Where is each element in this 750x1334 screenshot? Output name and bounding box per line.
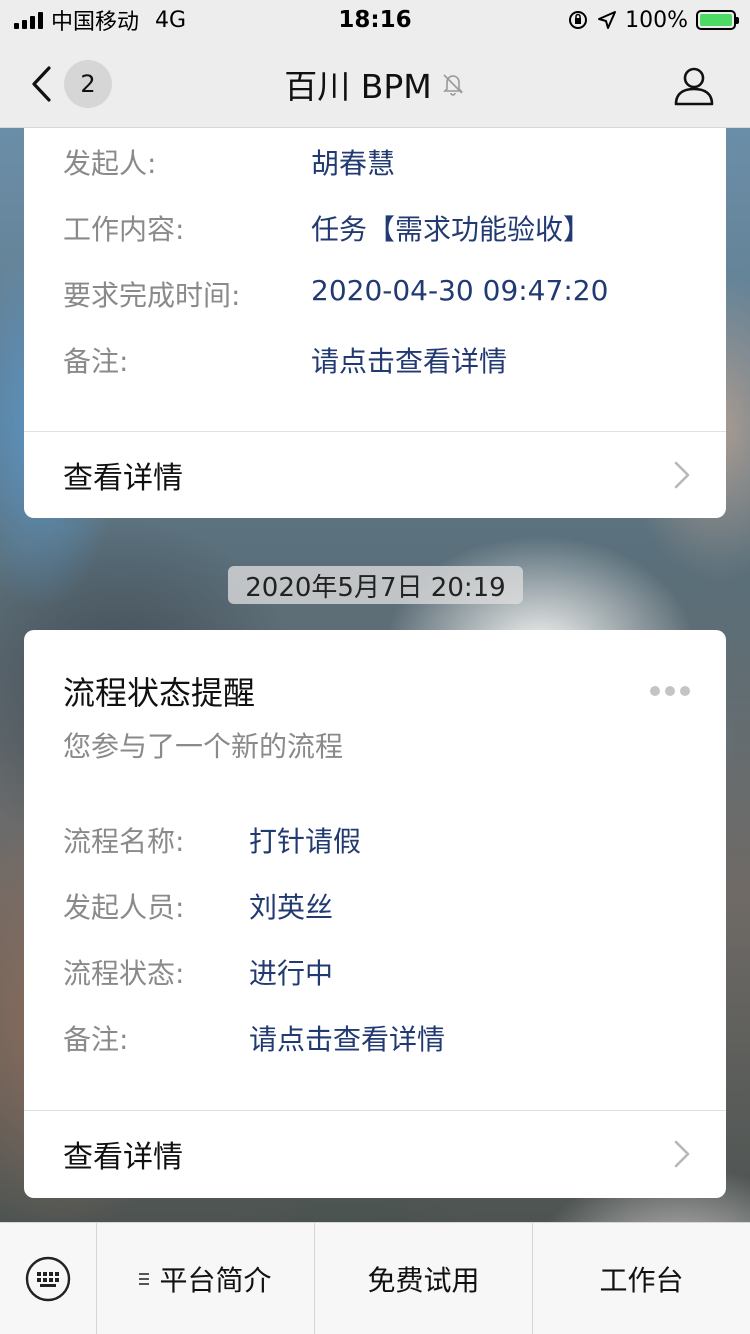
- field-value: 请点击查看详情: [311, 345, 508, 378]
- menu-item-label: 平台简介: [159, 1264, 272, 1297]
- message-card-task: 发起人: 胡春慧 工作内容: 任务【需求功能验收】 要求完成时间: 2020-0…: [24, 128, 726, 518]
- field-row: 流程状态: 进行中: [63, 952, 333, 992]
- field-row: 发起人员: 刘英丝: [63, 886, 333, 926]
- field-value: 任务【需求功能验收】: [311, 213, 592, 246]
- battery-percent: 100%: [625, 7, 688, 33]
- field-row: 备注: 请点击查看详情: [63, 340, 507, 380]
- menu-item-label: 工作台: [599, 1264, 684, 1297]
- view-details-link[interactable]: 查看详情: [24, 432, 726, 518]
- more-dot: [680, 686, 690, 696]
- field-value: 请点击查看详情: [249, 1023, 446, 1056]
- chat-title: 百川 BPM: [0, 40, 750, 128]
- mute-bell-icon: [442, 74, 463, 96]
- status-right: 100%: [567, 7, 739, 33]
- field-value: 进行中: [249, 957, 334, 990]
- signal-icon: [14, 11, 43, 29]
- menu-item-workbench[interactable]: 工作台: [533, 1223, 750, 1334]
- field-label: 备注:: [63, 345, 129, 378]
- field-label: 发起人:: [63, 147, 157, 180]
- field-value: 胡春慧: [311, 147, 396, 180]
- keyboard-icon: [25, 1256, 71, 1302]
- menu-item-label: 免费试用: [367, 1264, 480, 1297]
- field-row: 要求完成时间: 2020-04-30 09:47:20: [63, 274, 608, 314]
- location-icon: [598, 11, 617, 29]
- field-label: 流程名称:: [63, 825, 185, 858]
- keyboard-toggle-button[interactable]: [0, 1223, 97, 1334]
- field-label: 发起人员:: [63, 891, 185, 924]
- more-dot: [665, 686, 675, 696]
- field-label: 备注:: [63, 1023, 129, 1056]
- back-chevron-icon: [32, 66, 51, 102]
- card-subtitle: 您参与了一个新的流程: [63, 730, 344, 763]
- field-label: 工作内容:: [63, 213, 185, 246]
- menu-item-platform-intro[interactable]: 平台简介: [97, 1223, 315, 1334]
- battery-icon: [696, 10, 739, 30]
- field-label: 流程状态:: [63, 957, 185, 990]
- field-row: 备注: 请点击查看详情: [63, 1018, 445, 1058]
- field-row: 流程名称: 打针请假: [63, 820, 361, 860]
- carrier-label: 中国移动: [51, 10, 140, 35]
- nav-bar: 百川 BPM 2: [0, 40, 750, 128]
- person-icon: [674, 67, 714, 106]
- field-value: 刘英丝: [249, 891, 334, 924]
- chevron-right-icon: [674, 1140, 690, 1168]
- field-row: 发起人: 胡春慧: [63, 142, 395, 182]
- field-value: 打针请假: [249, 825, 362, 858]
- unread-count-badge[interactable]: 2: [64, 60, 112, 108]
- chevron-right-icon: [674, 461, 690, 489]
- message-card-process-status: 流程状态提醒 您参与了一个新的流程 流程名称: 打针请假 发起人员: 刘英丝 流…: [24, 630, 726, 1198]
- chat-info-button[interactable]: [672, 64, 716, 108]
- card-title: 流程状态提醒: [63, 674, 256, 712]
- status-bar: 中国移动 4G 18:16 100%: [0, 0, 750, 40]
- orientation-lock-icon: [569, 11, 588, 29]
- view-details-label: 查看详情: [63, 461, 183, 496]
- view-details-label: 查看详情: [63, 1140, 183, 1175]
- bottom-menu-bar: 平台简介 免费试用 工作台: [0, 1222, 750, 1334]
- field-label: 要求完成时间:: [63, 279, 241, 312]
- menu-item-free-trial[interactable]: 免费试用: [315, 1223, 533, 1334]
- status-left: 中国移动 4G: [14, 4, 274, 36]
- more-options-button[interactable]: [650, 686, 690, 696]
- field-row: 工作内容: 任务【需求功能验收】: [63, 208, 591, 248]
- more-dot: [650, 686, 660, 696]
- field-value: 2020-04-30 09:47:20: [311, 274, 609, 307]
- submenu-icon: [139, 1273, 150, 1285]
- view-details-link[interactable]: 查看详情: [24, 1111, 726, 1197]
- chat-title-text: 百川 BPM: [284, 67, 432, 106]
- network-label: 4G: [155, 7, 187, 33]
- message-timestamp: 2020年5月7日 20:19: [228, 566, 523, 604]
